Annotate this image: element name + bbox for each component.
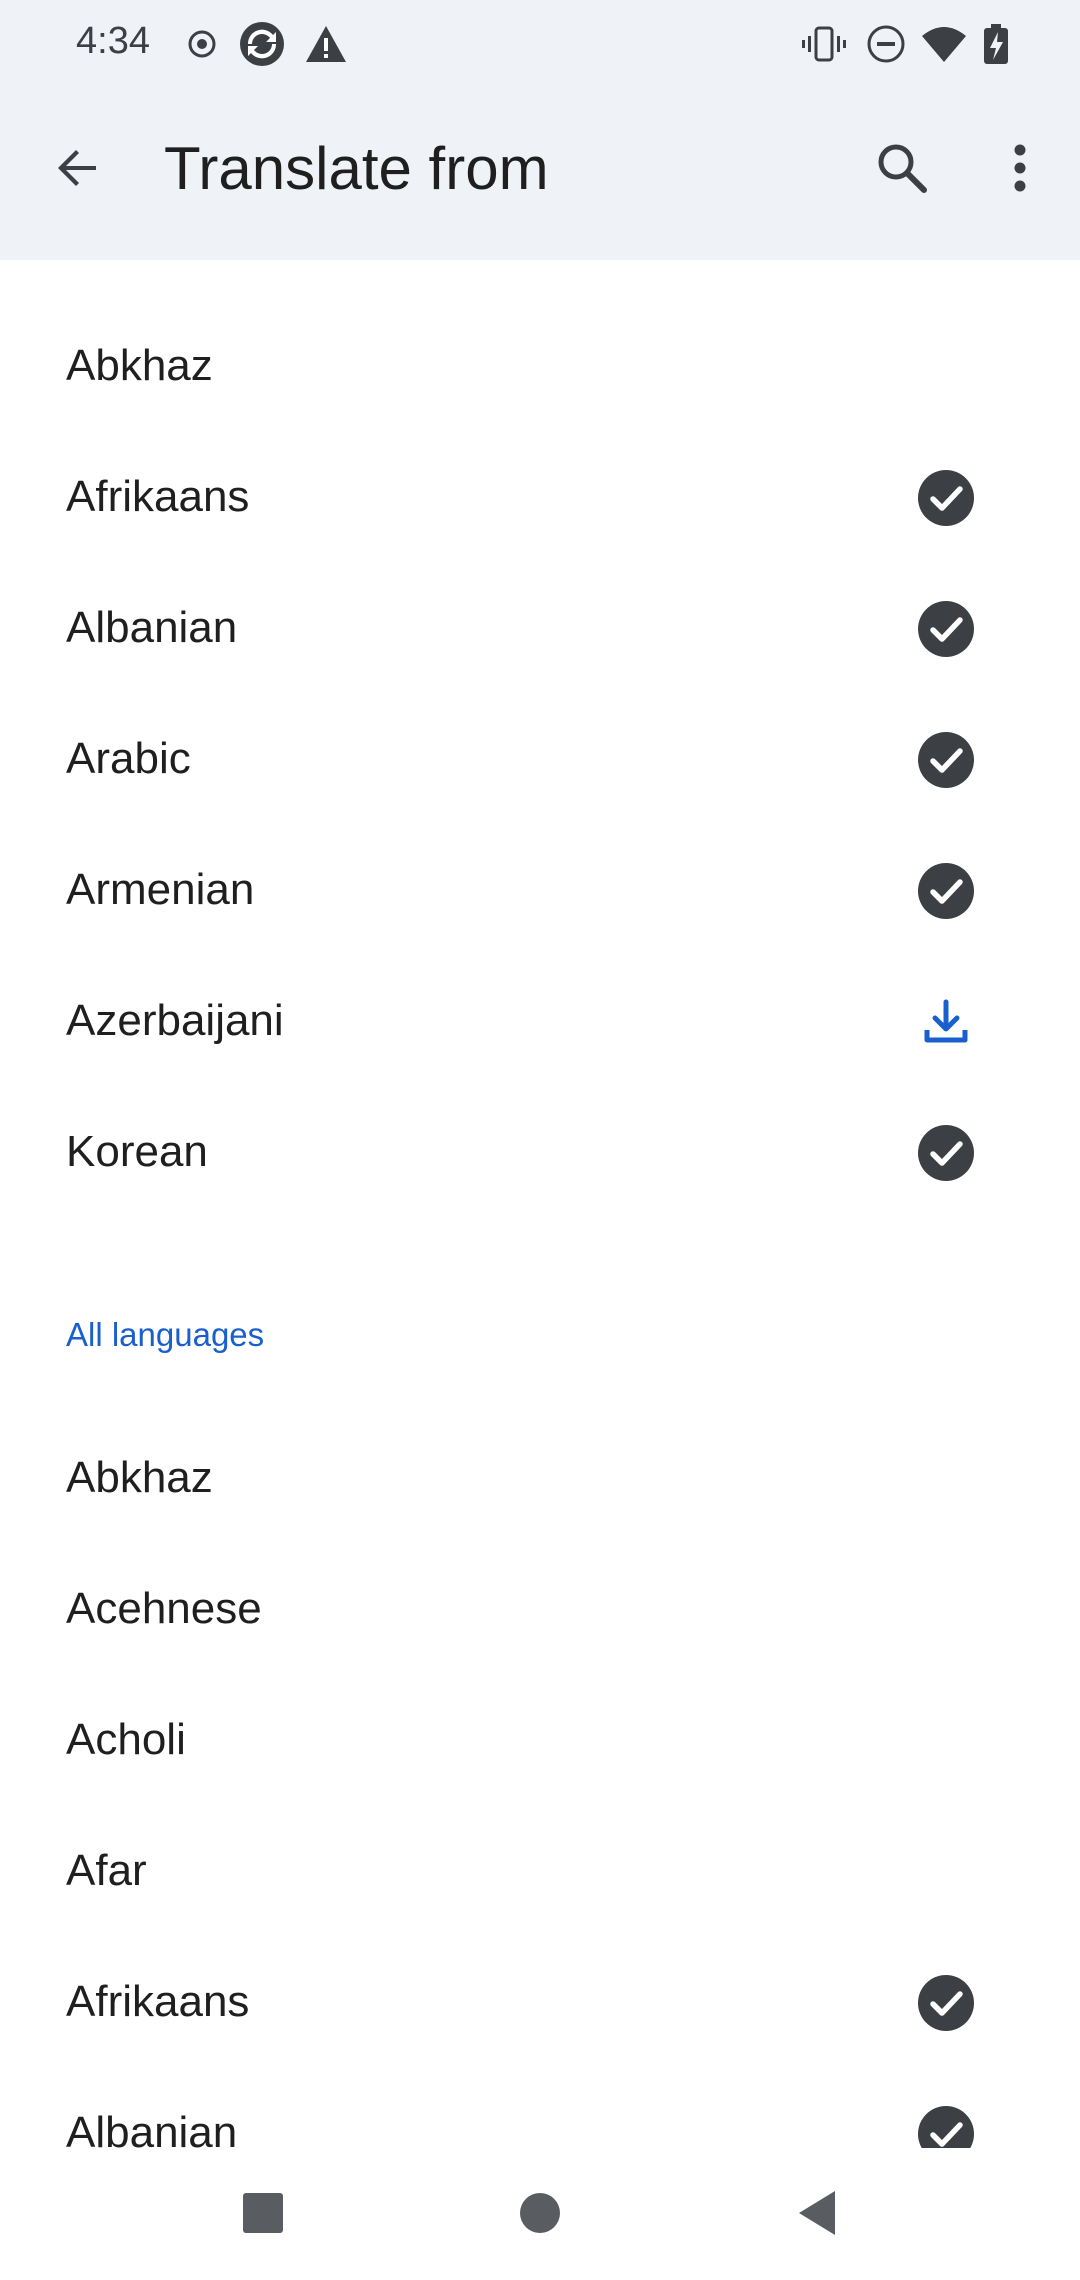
- list-item[interactable]: Armenian: [0, 825, 1080, 956]
- app-bar: Translate from: [0, 88, 1080, 260]
- home-circle-icon: [518, 2191, 562, 2240]
- record-icon: [186, 20, 234, 68]
- section-header-all-languages: All languages: [66, 1316, 265, 1353]
- downloaded-check-icon: [916, 599, 976, 659]
- language-label: Arabic: [66, 734, 191, 783]
- list-item[interactable]: Korean: [0, 1087, 1080, 1218]
- list-item[interactable]: Arabic: [0, 694, 1080, 825]
- sync-icon: [238, 20, 286, 68]
- status-time: 4:34: [76, 20, 150, 62]
- language-label: Afrikaans: [66, 472, 250, 521]
- status-bar: 4:34: [0, 0, 1080, 88]
- language-label: Albanian: [66, 603, 238, 652]
- language-list: Abkhaz Afrikaans Albanian Arabic Armenian Aze…: [0, 260, 1080, 2148]
- search-icon: [874, 140, 930, 201]
- list-item[interactable]: Azerbaijani: [0, 956, 1080, 1087]
- list-item[interactable]: Afrikaans: [0, 432, 1080, 563]
- download-icon[interactable]: [916, 992, 976, 1052]
- do-not-disturb-icon: [862, 20, 910, 68]
- recents-square-icon: [241, 2191, 285, 2240]
- downloaded-check-icon: [916, 2104, 976, 2148]
- alert-triangle-icon: [302, 20, 350, 68]
- more-options-button[interactable]: [972, 122, 1068, 218]
- downloaded-check-icon: [916, 1973, 976, 2033]
- back-triangle-icon: [795, 2189, 839, 2242]
- language-label: Acehnese: [66, 1584, 262, 1633]
- system-nav-bar: [0, 2148, 1080, 2280]
- list-item[interactable]: Albanian: [0, 2068, 1080, 2148]
- battery-charging-icon: [972, 20, 1020, 68]
- list-item[interactable]: Albanian: [0, 563, 1080, 694]
- list-item[interactable]: Afrikaans: [0, 1937, 1080, 2068]
- language-label: Acholi: [66, 1715, 186, 1764]
- language-label: Abkhaz: [66, 341, 213, 390]
- language-label: Afrikaans: [66, 1977, 250, 2026]
- downloaded-check-icon: [916, 730, 976, 790]
- wifi-icon: [920, 20, 968, 68]
- list-item[interactable]: Acholi: [0, 1675, 1080, 1806]
- search-button[interactable]: [854, 122, 950, 218]
- language-label: Azerbaijani: [66, 996, 284, 1045]
- nav-back-button[interactable]: [772, 2170, 862, 2260]
- back-button[interactable]: [30, 122, 126, 218]
- list-item[interactable]: Abkhaz: [0, 301, 1080, 432]
- language-label: Armenian: [66, 865, 255, 914]
- language-label: Albanian: [66, 2108, 238, 2148]
- language-label: Afar: [66, 1846, 147, 1895]
- vibrate-icon: [800, 20, 848, 68]
- downloaded-check-icon: [916, 861, 976, 921]
- downloaded-check-icon: [916, 1123, 976, 1183]
- downloaded-check-icon: [916, 468, 976, 528]
- home-button[interactable]: [495, 2170, 585, 2260]
- more-vert-icon: [1010, 140, 1030, 201]
- language-label: Abkhaz: [66, 1453, 213, 1502]
- list-item[interactable]: Abkhaz: [0, 1413, 1080, 1544]
- list-item[interactable]: Acehnese: [0, 1544, 1080, 1675]
- recents-button[interactable]: [218, 2170, 308, 2260]
- arrow-back-icon: [52, 142, 104, 199]
- page-title: Translate from: [164, 135, 549, 202]
- language-label: Korean: [66, 1127, 208, 1176]
- list-item[interactable]: Afar: [0, 1806, 1080, 1937]
